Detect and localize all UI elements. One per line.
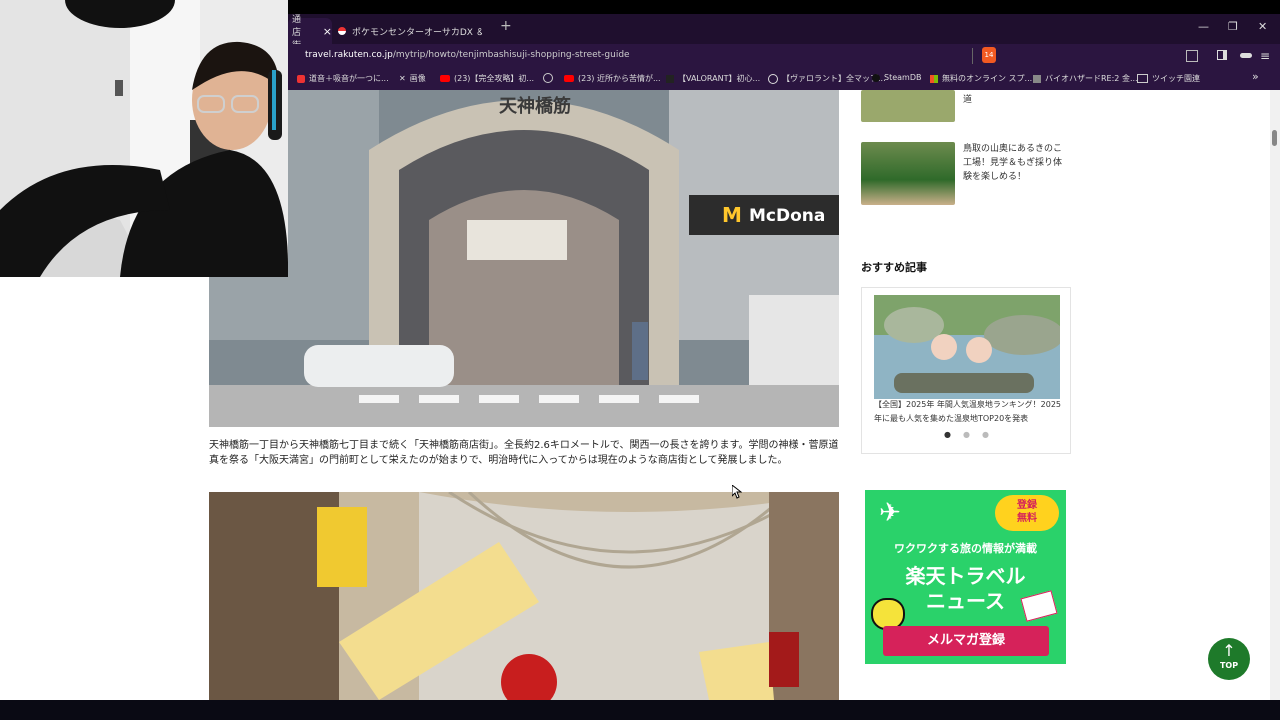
- pokeball-icon: [338, 27, 346, 35]
- related-thumbnail[interactable]: [861, 90, 955, 122]
- tab-pokemon[interactable]: ポケモンセンターオーサカDX ＆ ポケモンカ: [338, 18, 488, 44]
- arrow-up-icon: ↑: [1222, 641, 1236, 660]
- photo-caption: 天神橋筋一丁目から天神橋筋七丁目まで続く「天神橋筋商店街」。全長約2.6キロメー…: [209, 440, 839, 466]
- url-text[interactable]: travel.rakuten.co.jp/mytrip/howto/tenjim…: [305, 50, 630, 60]
- carousel-dots[interactable]: ●●●: [944, 430, 1001, 439]
- bookmark-item[interactable]: バイオハザードRE:2 金...: [1033, 73, 1138, 84]
- related-link[interactable]: 道: [963, 93, 1063, 107]
- steam-icon: [872, 73, 880, 82]
- sidebar-icon[interactable]: [1217, 50, 1227, 60]
- bookmark-item[interactable]: [543, 73, 553, 83]
- menu-icon[interactable]: ≡: [1260, 49, 1270, 63]
- new-tab-button[interactable]: +: [500, 18, 512, 34]
- bottom-bar: [0, 700, 1280, 720]
- url-host: travel.rakuten.co.jp: [305, 50, 393, 60]
- globe-icon: [543, 73, 553, 83]
- tab-active[interactable]: 通店街 ×: [288, 15, 332, 51]
- bookmark-item[interactable]: ✕ 画像: [399, 73, 426, 84]
- x-icon: ✕: [399, 74, 406, 83]
- arcade-entrance-photo: 天神橋筋 McDona M: [209, 90, 839, 427]
- folder-icon: [1137, 74, 1148, 83]
- related-link[interactable]: 鳥取の山奥にあるきのこ工場！見学＆もぎ採り体験を楽しめる！: [963, 142, 1063, 184]
- bookmark-item[interactable]: (23) 近所から苦情が...: [564, 73, 661, 84]
- carousel-dot-active[interactable]: ●: [944, 430, 963, 439]
- banner-tagline: ワクワクする旅の情報が満載: [894, 542, 1037, 555]
- minimize-button[interactable]: —: [1198, 20, 1209, 33]
- mcdonalds-logo-icon: M: [722, 203, 742, 227]
- onsen-photo: [874, 295, 1060, 399]
- mouse-cursor-icon: [732, 485, 742, 499]
- window-close-button[interactable]: ✕: [1258, 20, 1267, 33]
- store-sign-text: McDona: [749, 206, 826, 226]
- free-registration-badge: 登録 無料: [995, 495, 1059, 531]
- arcade-interior-image: [209, 492, 839, 700]
- webcam-overlay: [0, 0, 288, 277]
- carousel-dot[interactable]: ●: [982, 430, 1001, 439]
- brave-badge: 14: [984, 51, 994, 59]
- youtube-icon: [564, 75, 574, 82]
- back-to-top-button[interactable]: ↑ TOP: [1208, 638, 1250, 680]
- bookmark-item[interactable]: 無料のオンライン スプ...: [930, 73, 1032, 84]
- bookmark-item[interactable]: 【VALORANT】初心...: [666, 73, 760, 84]
- url-path: /mytrip/howto/tenjimbashisuji-shopping-s…: [392, 50, 630, 60]
- youtube-icon: [440, 75, 450, 82]
- page-scrollbar[interactable]: [1270, 90, 1280, 700]
- bookmark-icon: [768, 73, 778, 84]
- bookmark-icon: [1033, 74, 1041, 83]
- top-label: TOP: [1219, 661, 1239, 670]
- wallet-icon[interactable]: [1240, 53, 1252, 58]
- recommend-heading: おすすめ記事: [861, 261, 927, 274]
- recommend-article-link[interactable]: 【全国】2025年 年間人気温泉地ランキング！2025年に最も人気を集めた温泉地…: [874, 398, 1064, 426]
- rakuten-news-banner[interactable]: ✈ 登録 無料 ワクワクする旅の情報が満載 楽天トラベル ニュース メルマガ登録: [865, 490, 1066, 664]
- recommend-carousel[interactable]: 【全国】2025年 年間人気温泉地ランキング！2025年に最も人気を集めた温泉地…: [861, 287, 1071, 454]
- bookmark-icon: [666, 74, 674, 83]
- brave-shield-icon[interactable]: 14: [982, 47, 996, 63]
- bookmark-item[interactable]: (23)【完全攻略】初...: [440, 73, 534, 84]
- newsletter-signup-button[interactable]: メルマガ登録: [883, 626, 1049, 656]
- bookmarks-more-button[interactable]: »: [1252, 70, 1259, 83]
- bookmark-folder[interactable]: ツイッチ園連: [1137, 73, 1200, 84]
- bookmark-item[interactable]: 道音＋吸音が一つに...: [297, 73, 389, 84]
- arcade-entrance-image: [209, 90, 839, 427]
- extensions-icon[interactable]: [1186, 50, 1198, 62]
- maximize-button[interactable]: ❐: [1228, 20, 1238, 33]
- tab-label: ポケモンセンターオーサカDX ＆ ポケモンカ: [352, 27, 482, 38]
- divider: [972, 48, 973, 64]
- close-icon[interactable]: ×: [323, 25, 332, 38]
- related-thumbnail[interactable]: [861, 142, 955, 205]
- bookmark-icon: [297, 74, 305, 83]
- arcade-interior-photo: [209, 492, 839, 700]
- bookmark-item[interactable]: SteamDB: [872, 73, 921, 82]
- airplane-icon: ✈: [879, 498, 901, 528]
- microsoft-icon: [930, 74, 938, 83]
- bookmark-item[interactable]: 【ヴァロラント】全マップ...: [768, 73, 886, 84]
- streamer-webcam-image: [0, 0, 288, 277]
- scrollbar-thumb[interactable]: [1272, 130, 1277, 146]
- carousel-dot[interactable]: ●: [963, 430, 982, 439]
- arcade-sign-text: 天神橋筋: [499, 96, 571, 117]
